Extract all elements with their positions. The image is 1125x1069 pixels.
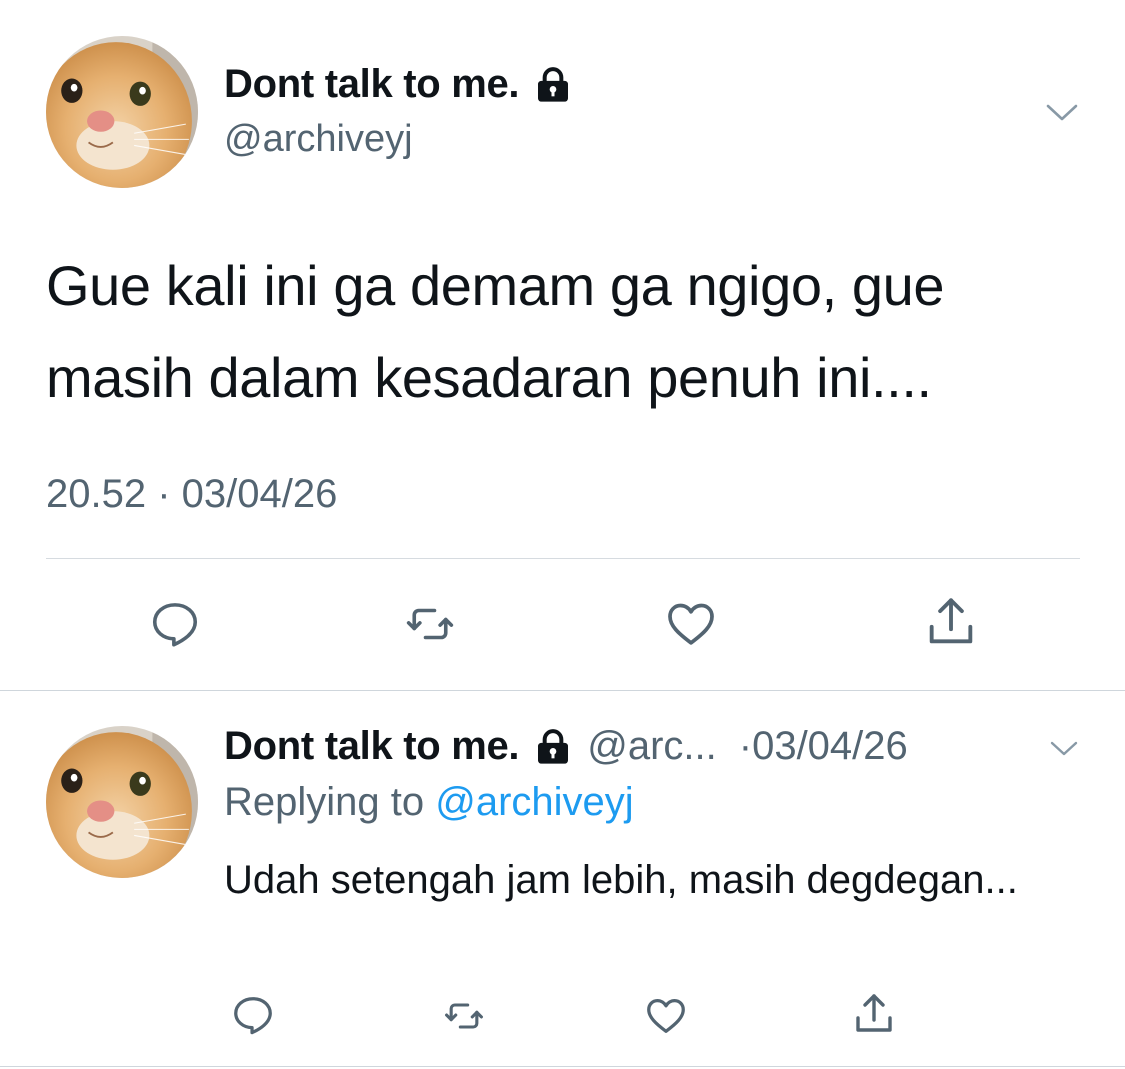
lock-icon bbox=[533, 65, 573, 105]
reply-icon[interactable] bbox=[230, 992, 276, 1038]
chevron-down-icon[interactable] bbox=[1042, 96, 1082, 128]
display-name[interactable]: Dont talk to me. bbox=[224, 62, 520, 107]
reply-icon[interactable] bbox=[148, 597, 202, 651]
retweet-icon[interactable] bbox=[440, 994, 488, 1038]
divider bbox=[0, 1066, 1125, 1067]
retweet-icon[interactable] bbox=[402, 597, 458, 651]
like-icon[interactable] bbox=[662, 595, 720, 651]
display-name-row[interactable]: Dont talk to me. bbox=[224, 62, 573, 107]
cat-avatar-image bbox=[46, 726, 198, 878]
avatar[interactable] bbox=[46, 726, 198, 878]
tweet-timestamp[interactable]: 20.52 · 03/04/26 bbox=[46, 472, 337, 517]
replying-to-label: Replying to bbox=[224, 780, 436, 824]
lock-icon bbox=[533, 727, 573, 767]
cat-avatar-image bbox=[46, 36, 198, 188]
tweet-text: Udah setengah jam lebih, masih degdegan.… bbox=[224, 858, 1018, 902]
chevron-down-icon[interactable] bbox=[1046, 734, 1082, 762]
mention-link[interactable]: @archiveyj bbox=[435, 780, 633, 824]
replying-to: Replying to @archiveyj bbox=[224, 780, 634, 825]
handle[interactable]: @archiveyj bbox=[224, 118, 413, 161]
like-icon[interactable] bbox=[642, 992, 690, 1038]
divider bbox=[0, 690, 1125, 691]
display-name[interactable]: Dont talk to me. bbox=[224, 724, 520, 769]
reply-header: Dont talk to me. @arc... ·03/04/26 bbox=[224, 724, 908, 769]
handle[interactable]: @arc... bbox=[587, 724, 717, 769]
avatar[interactable] bbox=[46, 36, 198, 188]
tweet-timestamp[interactable]: ·03/04/26 bbox=[739, 724, 908, 769]
divider bbox=[46, 558, 1080, 559]
tweet-text: Gue kali ini ga demam ga ngigo, gue masi… bbox=[46, 254, 945, 409]
share-icon[interactable] bbox=[850, 990, 898, 1038]
share-icon[interactable] bbox=[922, 593, 980, 651]
tweet-thread: Dont talk to me. @archiveyj Gue kali ini… bbox=[0, 0, 1125, 1069]
